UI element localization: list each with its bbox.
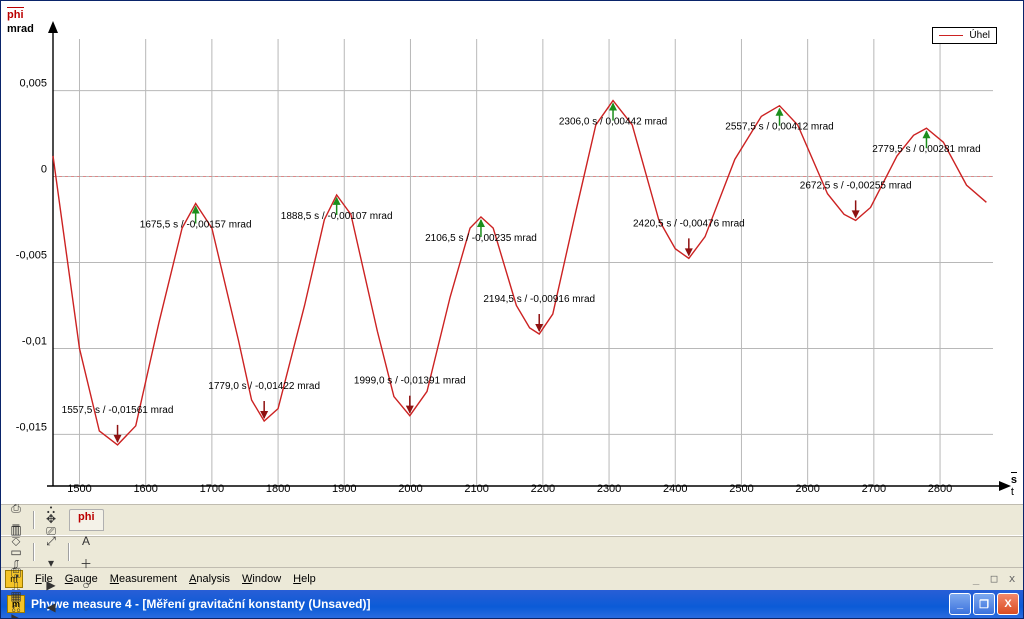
mdi-close-button[interactable]: x xyxy=(1005,573,1019,586)
svg-text:1557,5 s / -0,01561 mrad: 1557,5 s / -0,01561 mrad xyxy=(62,405,174,416)
svg-text:2194,5 s / -0,00916 mrad: 2194,5 s / -0,00916 mrad xyxy=(483,294,595,305)
svg-text:2700: 2700 xyxy=(862,483,886,495)
svg-text:2000: 2000 xyxy=(398,483,422,495)
svg-text:2600: 2600 xyxy=(795,483,819,495)
mark-btn-1[interactable]: ○ xyxy=(75,574,97,596)
svg-text:1500: 1500 xyxy=(67,483,91,495)
svg-text:2420,5 s / -0,00476 mrad: 2420,5 s / -0,00476 mrad xyxy=(633,218,745,229)
svg-text:1888,5 s / -0,00107 mrad: 1888,5 s / -0,00107 mrad xyxy=(281,211,393,222)
svg-text:2400: 2400 xyxy=(663,483,687,495)
mark-btn-3[interactable]: A xyxy=(75,530,97,552)
nav-btn-0[interactable]: ◀ xyxy=(40,596,62,618)
svg-text:1675,5 s / -0,00157 mrad: 1675,5 s / -0,00157 mrad xyxy=(140,220,252,231)
nav-btn-1[interactable]: ▶ xyxy=(40,574,62,596)
menu-bar: m FileGaugeMeasurementAnalysisWindowHelp… xyxy=(1,567,1023,590)
svg-text:2300: 2300 xyxy=(597,483,621,495)
svg-text:-0,005: -0,005 xyxy=(16,250,47,262)
svg-text:2779,5 s / 0,00281 mrad: 2779,5 s / 0,00281 mrad xyxy=(872,144,980,155)
an-btn-3[interactable]: ⎌ xyxy=(5,597,27,619)
svg-text:1700: 1700 xyxy=(200,483,224,495)
an-btn-5[interactable]: ⎎ xyxy=(5,553,27,575)
svg-text:2557,5 s / 0,00412 mrad: 2557,5 s / 0,00412 mrad xyxy=(725,122,833,133)
svg-text:1779,0 s / -0,01422 mrad: 1779,0 s / -0,01422 mrad xyxy=(208,381,320,392)
menu-measurement[interactable]: Measurement xyxy=(104,571,183,587)
close-button[interactable]: X xyxy=(997,593,1019,615)
y-axis-label: phi xyxy=(7,7,24,21)
svg-text:1900: 1900 xyxy=(332,483,356,495)
svg-text:1999,0 s / -0,01391 mrad: 1999,0 s / -0,01391 mrad xyxy=(354,376,466,387)
svg-text:1600: 1600 xyxy=(133,483,157,495)
tab-phi[interactable]: phi xyxy=(69,509,104,531)
mdi-minimize-button[interactable]: _ xyxy=(969,573,983,586)
maximize-button[interactable]: ❐ xyxy=(973,593,995,615)
menu-window[interactable]: Window xyxy=(236,571,287,587)
title-bar[interactable]: m Phywe measure 4 - [Měření gravitační k… xyxy=(1,590,1023,618)
svg-text:0,005: 0,005 xyxy=(19,78,47,90)
menu-analysis[interactable]: Analysis xyxy=(183,571,236,587)
legend-swatch xyxy=(939,35,963,36)
an-btn-7[interactable]: ‗ xyxy=(5,509,27,531)
svg-text:2200: 2200 xyxy=(531,483,555,495)
an2-btn-0[interactable]: ⎚ xyxy=(40,520,62,542)
an-btn-6[interactable]: ⎏ xyxy=(5,531,27,553)
svg-text:-0,015: -0,015 xyxy=(16,421,47,433)
toolbar-main: ●▶▦🖫▭▥⎙⧉? ◀▶▾⤢✥◺ ◌○＋A⌗✶ xyxy=(1,536,1023,567)
svg-text:2672,5 s / -0,00255 mrad: 2672,5 s / -0,00255 mrad xyxy=(800,180,912,191)
menu-help[interactable]: Help xyxy=(287,571,322,587)
app-window: m Phywe measure 4 - [Měření gravitační k… xyxy=(0,0,1024,619)
svg-text:0: 0 xyxy=(41,164,47,176)
svg-text:1800: 1800 xyxy=(266,483,290,495)
mark-btn-2[interactable]: ＋ xyxy=(75,552,97,574)
svg-text:-0,01: -0,01 xyxy=(22,335,47,347)
toolbar-analysis: ⊡⊟⊞⎌⎍⎎⎏‗⛓⇲⎋✶⏚⛶🔊 ⎚⛬ phi xyxy=(1,504,1023,536)
nav-btn-2[interactable]: ▾ xyxy=(40,552,62,574)
svg-text:2500: 2500 xyxy=(729,483,753,495)
chart-canvas[interactable]: 1500 1600 1700 1800 1900 2000 2100 2200 2300 2400… xyxy=(1,1,1023,504)
legend: Úhel xyxy=(932,27,997,44)
y-axis-unit: mrad xyxy=(7,23,34,35)
chart-svg: 1500 1600 1700 1800 1900 2000 2100 2200 2300 2400… xyxy=(1,1,1023,504)
mdi-restore-button[interactable]: □ xyxy=(987,573,1001,586)
minimize-button[interactable]: _ xyxy=(949,593,971,615)
svg-text:2106,5 s / -0,00235 mrad: 2106,5 s / -0,00235 mrad xyxy=(425,233,537,244)
svg-text:2306,0 s / 0,00442 mrad: 2306,0 s / 0,00442 mrad xyxy=(559,117,667,128)
legend-label: Úhel xyxy=(969,30,990,41)
svg-text:2800: 2800 xyxy=(928,483,952,495)
svg-text:2100: 2100 xyxy=(464,483,488,495)
an-btn-4[interactable]: ⎍ xyxy=(5,575,27,597)
x-axis-label: st xyxy=(1011,472,1017,498)
mark-btn-0[interactable]: ◌ xyxy=(75,596,97,618)
